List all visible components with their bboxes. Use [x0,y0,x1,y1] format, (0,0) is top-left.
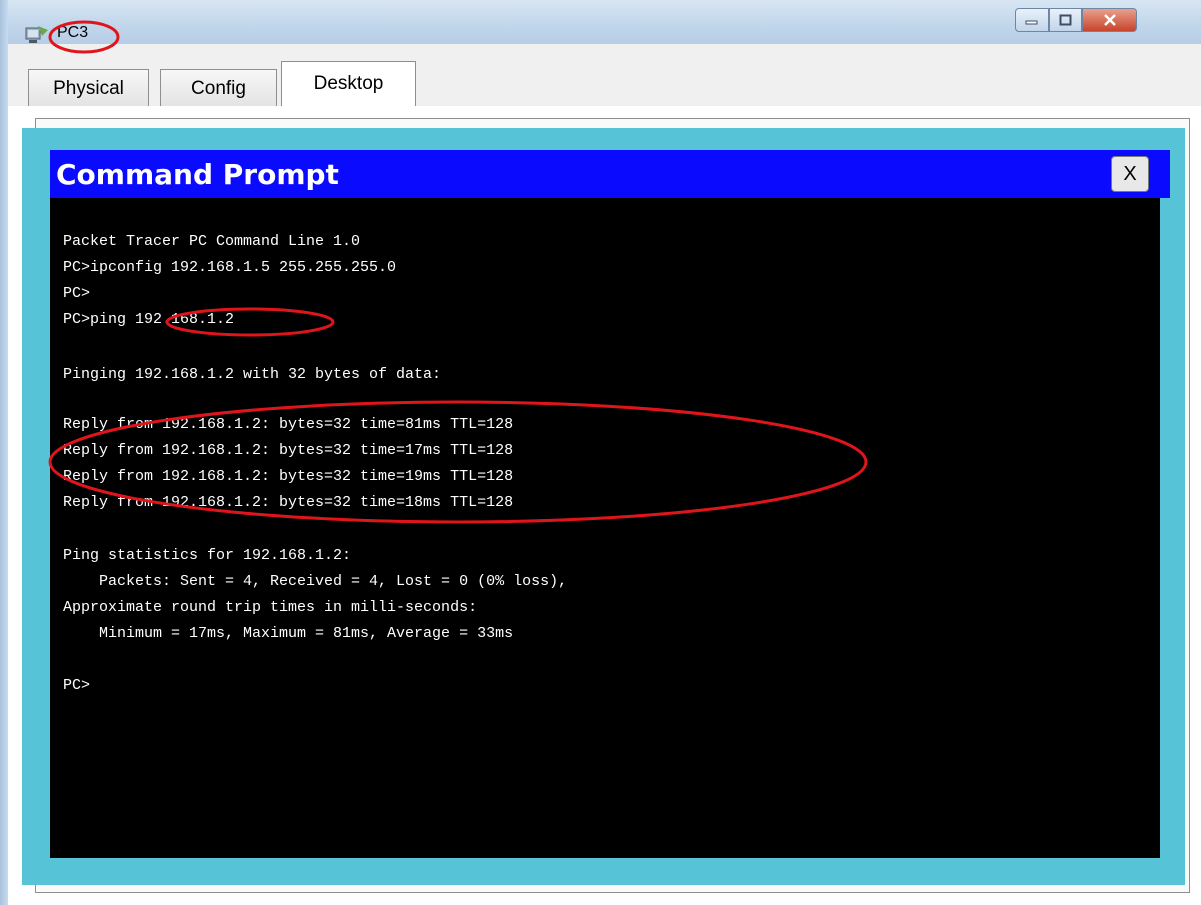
terminal-line: Ping statistics for 192.168.1.2: [63,547,352,564]
command-prompt-close-button[interactable]: X [1111,156,1149,192]
terminal-line: Pinging 192.168.1.2 with 32 bytes of dat… [63,366,442,383]
window-left-edge [0,0,8,905]
terminal-line: PC>ipconfig 192.168.1.5 255.255.255.0 [63,259,397,276]
maximize-button[interactable] [1049,8,1082,32]
terminal-line: PC>ping 192.168.1.2 [63,311,235,328]
minimize-icon [1025,20,1038,25]
tab-desktop[interactable]: Desktop [281,61,416,107]
command-prompt-title: Command Prompt [56,158,339,191]
terminal-line: Reply from 192.168.1.2: bytes=32 time=18… [63,494,514,511]
terminal-line: Reply from 192.168.1.2: bytes=32 time=19… [63,468,514,485]
maximize-icon [1059,14,1071,26]
window-title: PC3 [57,24,89,41]
terminal-line: Packets: Sent = 4, Received = 4, Lost = … [63,573,568,590]
tab-strip: Physical Config Desktop [8,44,1201,107]
close-button[interactable] [1082,8,1137,32]
terminal-output[interactable]: Packet Tracer PC Command Line 1.0 PC>ipc… [50,198,1160,858]
terminal-line: Reply from 192.168.1.2: bytes=32 time=17… [63,442,514,459]
terminal-line: Packet Tracer PC Command Line 1.0 [63,233,361,250]
terminal-line: Approximate round trip times in milli-se… [63,599,478,616]
tab-config[interactable]: Config [160,69,277,107]
command-prompt-header: Command Prompt X [50,150,1170,198]
minimize-button[interactable] [1015,8,1049,32]
tab-physical[interactable]: Physical [28,69,149,107]
terminal-line: Minimum = 17ms, Maximum = 81ms, Average … [63,625,514,642]
close-icon [1103,14,1116,26]
terminal-line: PC> [63,677,91,694]
terminal-line: Reply from 192.168.1.2: bytes=32 time=81… [63,416,514,433]
terminal-line: PC> [63,285,91,302]
app-icon [25,26,48,43]
